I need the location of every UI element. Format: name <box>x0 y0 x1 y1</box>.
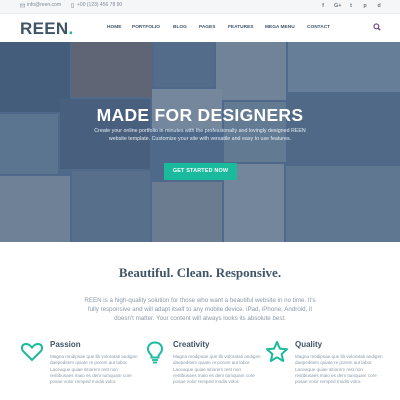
feature-text: Magna modipsae que lib voloratati andige… <box>295 354 383 385</box>
hero-title: MADE FOR DESIGNERS <box>96 105 304 125</box>
intro-title: Beautiful. Clean. Responsive. <box>118 265 282 280</box>
facebook-icon[interactable]: f <box>320 2 326 10</box>
lightbulb-icon <box>146 341 164 364</box>
phone-contact[interactable]: +00 (123) 456 78 90 <box>70 2 122 8</box>
menu-item-contact[interactable]: CONTACT <box>307 25 330 30</box>
envelope-icon <box>20 3 25 7</box>
hero-description: Create your online portfolio in minutes … <box>94 128 306 142</box>
hero-banner: MADE FOR DESIGNERS Create your online po… <box>0 42 400 242</box>
feature-title: Creativity <box>173 340 210 349</box>
menu-item-home[interactable]: HOME <box>107 25 121 30</box>
search-icon[interactable] <box>373 23 381 31</box>
menu-item-portfolio[interactable]: PORTFOLIO <box>132 25 160 30</box>
logo-dot: . <box>68 19 74 38</box>
intro-description: REEN is a high-quality solution for thos… <box>84 297 316 323</box>
main-navbar: REEN. HOME PORTFOLIO BLOG PAGES FEATURES… <box>0 14 400 42</box>
phone-icon <box>71 2 74 8</box>
phone-text: +00 (123) 456 78 90 <box>77 2 123 8</box>
menu-item-blog[interactable]: BLOG <box>173 25 187 30</box>
logo[interactable]: REEN. <box>20 19 73 39</box>
google-plus-icon[interactable]: G+ <box>334 2 342 10</box>
heart-icon <box>20 342 44 362</box>
feature-text: Magna modipsae que lib voloratati andige… <box>173 354 261 385</box>
menu-item-features[interactable]: FEATURES <box>228 25 254 30</box>
get-started-button[interactable]: GET STARTED NOW <box>164 163 237 180</box>
social-links: f G+ t p d <box>320 2 382 10</box>
feature-title: Passion <box>50 340 81 349</box>
menu-item-pages[interactable]: PAGES <box>199 25 215 30</box>
menu-item-mega-menu[interactable]: MEGA MENU <box>265 25 295 30</box>
feature-title: Quality <box>295 340 323 349</box>
twitter-icon[interactable]: t <box>348 2 354 10</box>
email-contact[interactable]: info@reen.com <box>20 2 61 8</box>
feature-text: Magna modipsae que lib voloratati andige… <box>50 354 138 385</box>
logo-text: REEN <box>20 19 69 38</box>
email-text: info@reen.com <box>27 2 61 8</box>
top-bar: info@reen.com +00 (123) 456 78 90 f G+ t… <box>0 0 400 14</box>
star-icon <box>266 341 288 362</box>
dribbble-icon[interactable]: d <box>376 2 382 10</box>
pinterest-icon[interactable]: p <box>362 2 368 10</box>
